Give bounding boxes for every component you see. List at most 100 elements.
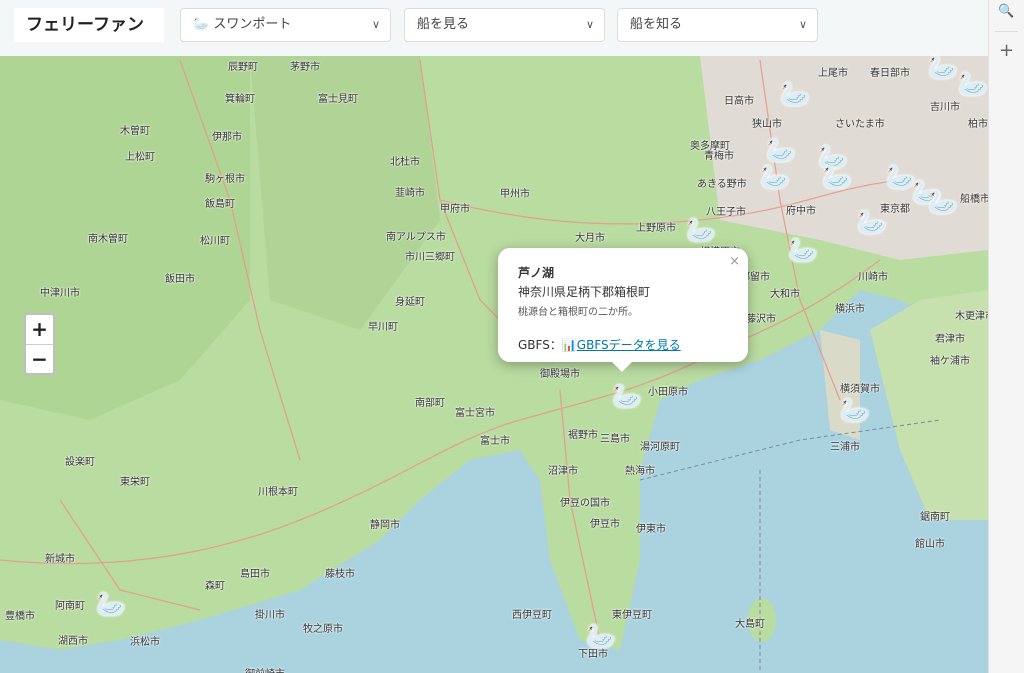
city-label: 設楽町: [65, 457, 95, 468]
swan-port-marker[interactable]: 🦢: [822, 165, 852, 189]
city-label: 豊橋市: [5, 611, 35, 622]
zoom-in-button[interactable]: +: [26, 315, 53, 344]
city-label: 君津市: [935, 334, 965, 345]
city-label: 春日部市: [870, 68, 910, 79]
city-label: 横浜市: [835, 304, 865, 315]
city-label: 木曽町: [120, 126, 150, 137]
swan-port-select[interactable]: 🦢 スワンポート ∨: [180, 8, 391, 42]
city-label: 茅野市: [290, 62, 320, 73]
swan-port-marker[interactable]: 🦢: [760, 165, 790, 189]
city-label: 御殿場市: [540, 369, 580, 380]
zoom-control: + −: [24, 313, 55, 375]
side-panel: 🔍 +: [988, 0, 1024, 673]
city-label: 袖ケ浦市: [930, 356, 970, 367]
select-value: 船を見る: [417, 17, 470, 32]
swan-port-marker[interactable]: 🦢: [857, 210, 887, 234]
gbfs-link[interactable]: GBFSデータを見る: [577, 338, 681, 352]
city-label: 森町: [205, 581, 225, 592]
popup-address: 神奈川県足柄下郡箱根町: [518, 285, 651, 299]
map[interactable]: 辰野町 茅野市箕輪町 富士見町伊那市 木曽町上松町駒ヶ根市飯島町南木曽町 松川町飯田市中…: [0, 0, 988, 673]
swan-port-marker[interactable]: 🦢: [788, 238, 818, 262]
city-label: 館山市: [915, 539, 945, 550]
city-label: 湖西市: [58, 636, 88, 647]
city-label: 吉川市: [930, 102, 960, 113]
brand-logo[interactable]: フェリーファン: [14, 8, 164, 42]
city-label: 北杜市: [390, 157, 420, 168]
city-label: 飯田市: [165, 274, 195, 285]
city-label: 裾野市: [568, 430, 598, 441]
city-label: 南部町: [415, 398, 445, 409]
swan-port-marker[interactable]: 🦢: [780, 82, 810, 106]
city-label: 熱海市: [625, 466, 655, 477]
swan-port-marker[interactable]: 🦢: [586, 624, 616, 648]
city-label: 伊東市: [636, 524, 666, 535]
city-label: 駒ヶ根市: [205, 174, 245, 185]
city-label: 伊豆の国市: [560, 498, 610, 509]
city-label: 小田原市: [648, 387, 688, 398]
city-label: 湯河原町: [640, 442, 680, 453]
city-label: 川崎市: [858, 272, 888, 283]
city-label: 御前崎市: [245, 665, 285, 673]
chart-icon: 📊: [561, 338, 577, 352]
select-value: 船を知る: [630, 17, 683, 32]
city-label: 東伊豆町: [612, 610, 652, 621]
city-label: 静岡市: [370, 520, 400, 531]
city-label: 狭山市: [752, 119, 782, 130]
city-label: 沼津市: [548, 466, 578, 477]
city-label: 浜松市: [130, 637, 160, 648]
swan-port-marker[interactable]: 🦢: [612, 384, 642, 408]
popup-title: 芦ノ湖: [518, 266, 555, 280]
city-label: 箕輪町: [225, 94, 255, 105]
swan-port-marker[interactable]: 🦢: [686, 218, 716, 242]
city-label: 鋸南町: [920, 512, 950, 523]
city-label: 上尾市: [818, 68, 848, 79]
city-label: 三島市: [600, 434, 630, 445]
city-label: 柏市: [968, 119, 988, 130]
city-label: 富士宮市: [455, 408, 495, 419]
city-label: 南木曽町: [88, 234, 128, 245]
city-label: 市川三郷町: [405, 252, 455, 263]
city-label: 阿南町: [55, 601, 85, 612]
city-label: 伊那市: [212, 132, 242, 143]
map-base: [0, 56, 988, 673]
swan-port-marker[interactable]: 🦢: [958, 72, 988, 96]
gbfs-label: GBFS：: [518, 338, 562, 352]
city-label: 上松町: [125, 152, 155, 163]
header: フェリーファン 🦢 スワンポート ∨ 船を見る ∨ 船を知る ∨: [0, 0, 988, 56]
swan-port-marker[interactable]: 🦢: [96, 592, 126, 616]
city-label: 富士見町: [318, 94, 358, 105]
city-label: さいたま市: [835, 119, 885, 130]
city-label: 西伊豆町: [512, 610, 552, 621]
city-label: 上野原市: [636, 223, 676, 234]
city-label: 早川町: [368, 322, 398, 333]
city-label: 木更津市: [955, 311, 988, 322]
city-label: 飯島町: [205, 199, 235, 210]
city-label: 奥多摩町: [690, 141, 730, 152]
city-label: 甲府市: [440, 204, 470, 215]
swan-port-marker[interactable]: 🦢: [766, 138, 796, 162]
swan-port-marker[interactable]: 🦢: [840, 398, 870, 422]
city-label: 藤沢市: [746, 314, 776, 325]
chevron-down-icon: ∨: [585, 18, 594, 31]
learn-ships-select[interactable]: 船を知る ∨: [617, 8, 818, 42]
swan-port-marker[interactable]: 🦢: [928, 190, 958, 214]
city-label: 東栄町: [120, 477, 150, 488]
chevron-down-icon: ∨: [798, 18, 807, 31]
city-label: 身延町: [395, 297, 425, 308]
chevron-down-icon: ∨: [371, 18, 380, 31]
zoom-out-button[interactable]: −: [26, 344, 53, 373]
city-label: 川根本町: [258, 487, 298, 498]
map-popup: × 芦ノ湖 神奈川県足柄下郡箱根町 桃源台と箱根町の二か所。 GBFS：📊GBF…: [498, 248, 748, 372]
city-label: 中津川市: [40, 288, 80, 299]
swan-port-marker[interactable]: 🦢: [928, 55, 958, 79]
view-ships-select[interactable]: 船を見る ∨: [404, 8, 605, 42]
swan-icon: 🦢: [193, 17, 210, 32]
city-label: 松川町: [200, 236, 230, 247]
search-icon[interactable]: 🔍: [989, 4, 1024, 19]
city-label: 大島町: [735, 619, 765, 630]
add-button[interactable]: +: [989, 40, 1024, 61]
city-label: 辰野町: [228, 62, 258, 73]
close-icon[interactable]: ×: [729, 254, 740, 269]
city-label: 南アルプス市: [386, 232, 446, 243]
city-label: 伊豆市: [590, 519, 620, 530]
